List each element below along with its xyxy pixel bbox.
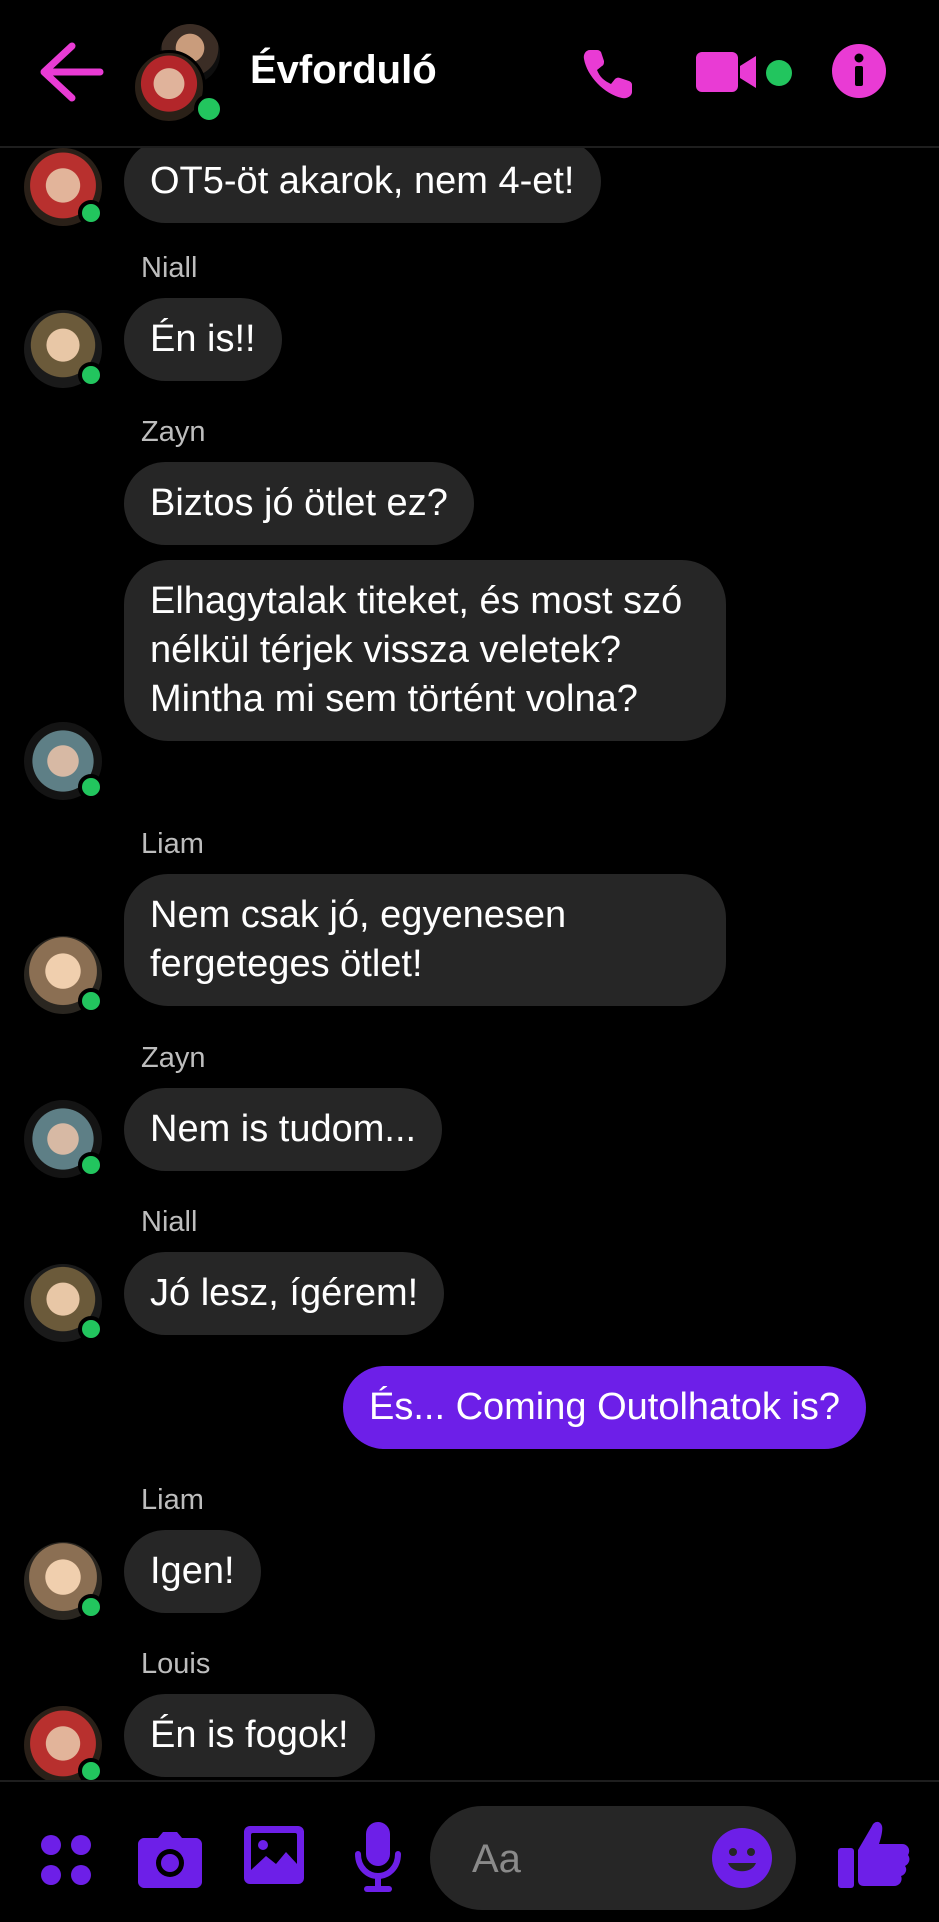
message-bubble[interactable]: Igen! bbox=[124, 1530, 261, 1613]
thumbs-up-icon[interactable] bbox=[838, 1818, 910, 1890]
composer-bar bbox=[0, 1780, 939, 1922]
message-bubble[interactable]: Biztos jó ötlet ez? bbox=[124, 462, 474, 545]
message-input[interactable] bbox=[470, 1830, 714, 1888]
video-camera-icon[interactable] bbox=[696, 50, 758, 94]
conversation-header: Évforduló bbox=[0, 0, 939, 148]
microphone-icon[interactable] bbox=[354, 1822, 402, 1894]
outgoing-message-bubble[interactable]: És... Coming Outolhatok is? bbox=[343, 1366, 866, 1449]
sender-name: Niall bbox=[141, 252, 198, 284]
message-bubble[interactable]: Elhagytalak titeket, és most szó nélkül … bbox=[124, 560, 726, 741]
message-bubble[interactable]: Én is fogok! bbox=[124, 1694, 375, 1777]
info-icon[interactable] bbox=[832, 44, 886, 98]
image-icon[interactable] bbox=[244, 1826, 304, 1884]
phone-icon[interactable] bbox=[578, 44, 638, 104]
message-bubble[interactable]: OT5-öt akarok, nem 4-et! bbox=[124, 148, 601, 223]
online-indicator bbox=[78, 362, 104, 388]
sender-name: Zayn bbox=[141, 1042, 206, 1074]
apps-grid-icon[interactable] bbox=[38, 1832, 94, 1888]
online-indicator bbox=[78, 774, 104, 800]
group-avatar[interactable] bbox=[128, 24, 228, 124]
online-indicator bbox=[78, 200, 104, 226]
sender-name: Louis bbox=[141, 1648, 211, 1680]
message-bubble[interactable]: Jó lesz, ígérem! bbox=[124, 1252, 445, 1335]
sender-name: Liam bbox=[141, 828, 204, 860]
arrow-left-icon[interactable] bbox=[36, 40, 106, 104]
video-active-indicator bbox=[766, 60, 792, 86]
online-indicator bbox=[78, 1152, 104, 1178]
online-indicator bbox=[78, 1594, 104, 1620]
online-indicator bbox=[78, 1316, 104, 1342]
camera-icon[interactable] bbox=[138, 1830, 202, 1888]
smiley-icon[interactable] bbox=[712, 1828, 772, 1888]
sender-name: Liam bbox=[141, 1484, 204, 1516]
message-composer[interactable] bbox=[430, 1806, 796, 1910]
online-indicator bbox=[194, 94, 224, 124]
message-bubble[interactable]: Nem is tudom... bbox=[124, 1088, 443, 1171]
message-list[interactable]: OT5-öt akarok, nem 4-et! Niall Én is!! Z… bbox=[0, 148, 939, 1780]
message-bubble[interactable]: Én is!! bbox=[124, 298, 282, 381]
online-indicator bbox=[78, 1758, 104, 1780]
sender-name: Niall bbox=[141, 1206, 198, 1238]
online-indicator bbox=[78, 988, 104, 1014]
message-bubble[interactable]: Nem csak jó, egyenesen fergeteges ötlet! bbox=[124, 874, 726, 1006]
conversation-title[interactable]: Évforduló bbox=[250, 48, 437, 93]
sender-name: Zayn bbox=[141, 416, 206, 448]
